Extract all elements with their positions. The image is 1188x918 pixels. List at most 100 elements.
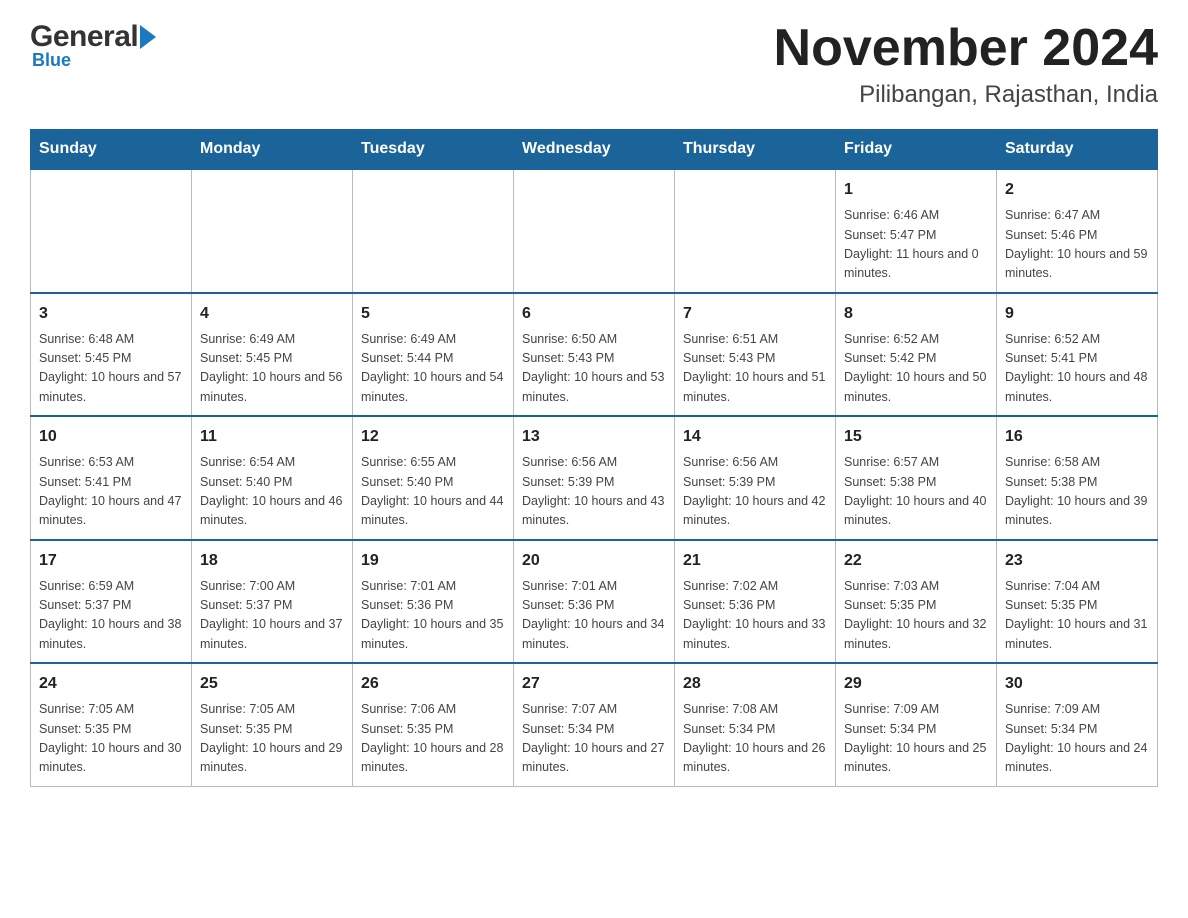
day-info: Sunrise: 6:50 AMSunset: 5:43 PMDaylight:… (522, 330, 666, 408)
day-number: 30 (1005, 672, 1149, 696)
day-number: 1 (844, 178, 988, 202)
weekday-header-tuesday: Tuesday (353, 130, 514, 170)
month-title: November 2024 (774, 20, 1158, 77)
calendar-cell: 23 Sunrise: 7:04 AMSunset: 5:35 PMDayligh… (997, 540, 1158, 664)
day-number: 9 (1005, 302, 1149, 326)
day-number: 3 (39, 302, 183, 326)
calendar-week-4: 17Sunrise: 6:59 AMSunset: 5:37 PMDayligh… (31, 540, 1158, 664)
day-number: 28 (683, 672, 827, 696)
weekday-header-thursday: Thursday (675, 130, 836, 170)
day-info: Sunrise: 6:52 AMSunset: 5:41 PMDaylight:… (1005, 330, 1149, 408)
day-info: Sunrise: 7:05 AMSunset: 5:35 PMDaylight:… (39, 700, 183, 778)
day-number: 13 (522, 425, 666, 449)
day-number: 15 (844, 425, 988, 449)
calendar-cell: 1 Sunrise: 6:46 AMSunset: 5:47 PMDaylight… (836, 169, 997, 293)
calendar-cell: 2 Sunrise: 6:47 AMSunset: 5:46 PMDaylight… (997, 169, 1158, 293)
day-info: Sunrise: 6:57 AMSunset: 5:38 PMDaylight:… (844, 453, 988, 531)
calendar-cell: 6 Sunrise: 6:50 AMSunset: 5:43 PMDaylight… (514, 293, 675, 417)
weekday-header-friday: Friday (836, 130, 997, 170)
day-number: 18 (200, 549, 344, 573)
day-info: Sunrise: 7:05 AMSunset: 5:35 PMDaylight:… (200, 700, 344, 778)
day-info: Sunrise: 7:02 AMSunset: 5:36 PMDaylight:… (683, 577, 827, 655)
day-info: Sunrise: 7:03 AMSunset: 5:35 PMDaylight:… (844, 577, 988, 655)
calendar-cell: 29 Sunrise: 7:09 AMSunset: 5:34 PMDayligh… (836, 663, 997, 786)
calendar-cell: 7 Sunrise: 6:51 AMSunset: 5:43 PMDaylight… (675, 293, 836, 417)
day-info: Sunrise: 6:48 AMSunset: 5:45 PMDaylight:… (39, 330, 183, 408)
calendar-cell: 10 Sunrise: 6:53 AMSunset: 5:41 PMDayligh… (31, 416, 192, 540)
day-info: Sunrise: 7:06 AMSunset: 5:35 PMDaylight:… (361, 700, 505, 778)
day-number: 27 (522, 672, 666, 696)
day-number: 23 (1005, 549, 1149, 573)
weekday-header-row: SundayMondayTuesdayWednesdayThursdayFrid… (31, 130, 1158, 170)
day-number: 14 (683, 425, 827, 449)
calendar-cell: 26 Sunrise: 7:06 AMSunset: 5:35 PMDayligh… (353, 663, 514, 786)
day-info: Sunrise: 6:54 AMSunset: 5:40 PMDaylight:… (200, 453, 344, 531)
day-info: Sunrise: 7:01 AMSunset: 5:36 PMDaylight:… (522, 577, 666, 655)
weekday-header-saturday: Saturday (997, 130, 1158, 170)
day-info: Sunrise: 6:49 AMSunset: 5:45 PMDaylight:… (200, 330, 344, 408)
day-number: 2 (1005, 178, 1149, 202)
calendar-cell: 21Sunrise: 7:02 AMSunset: 5:36 PMDayligh… (675, 540, 836, 664)
page-header: General Blue November 2024 Pilibangan, R… (30, 20, 1158, 109)
day-number: 29 (844, 672, 988, 696)
calendar-cell: 16 Sunrise: 6:58 AMSunset: 5:38 PMDayligh… (997, 416, 1158, 540)
calendar-cell (514, 169, 675, 293)
day-number: 7 (683, 302, 827, 326)
calendar-cell: 28Sunrise: 7:08 AMSunset: 5:34 PMDayligh… (675, 663, 836, 786)
day-info: Sunrise: 6:55 AMSunset: 5:40 PMDaylight:… (361, 453, 505, 531)
day-info: Sunrise: 6:49 AMSunset: 5:44 PMDaylight:… (361, 330, 505, 408)
calendar-table: SundayMondayTuesdayWednesdayThursdayFrid… (30, 129, 1158, 787)
calendar-cell: 15 Sunrise: 6:57 AMSunset: 5:38 PMDayligh… (836, 416, 997, 540)
calendar-cell: 18 Sunrise: 7:00 AMSunset: 5:37 PMDayligh… (192, 540, 353, 664)
day-number: 24 (39, 672, 183, 696)
title-block: November 2024 Pilibangan, Rajasthan, Ind… (774, 20, 1158, 109)
calendar-cell (353, 169, 514, 293)
calendar-week-1: 1 Sunrise: 6:46 AMSunset: 5:47 PMDaylight… (31, 169, 1158, 293)
day-info: Sunrise: 7:04 AMSunset: 5:35 PMDaylight:… (1005, 577, 1149, 655)
calendar-cell: 8 Sunrise: 6:52 AMSunset: 5:42 PMDaylight… (836, 293, 997, 417)
day-info: Sunrise: 6:51 AMSunset: 5:43 PMDaylight:… (683, 330, 827, 408)
day-info: Sunrise: 6:56 AMSunset: 5:39 PMDaylight:… (683, 453, 827, 531)
day-number: 11 (200, 425, 344, 449)
weekday-header-wednesday: Wednesday (514, 130, 675, 170)
day-info: Sunrise: 7:09 AMSunset: 5:34 PMDaylight:… (844, 700, 988, 778)
calendar-cell (192, 169, 353, 293)
day-info: Sunrise: 6:56 AMSunset: 5:39 PMDaylight:… (522, 453, 666, 531)
day-number: 12 (361, 425, 505, 449)
day-info: Sunrise: 6:46 AMSunset: 5:47 PMDaylight:… (844, 206, 988, 284)
day-number: 20 (522, 549, 666, 573)
day-info: Sunrise: 6:58 AMSunset: 5:38 PMDaylight:… (1005, 453, 1149, 531)
day-info: Sunrise: 7:00 AMSunset: 5:37 PMDaylight:… (200, 577, 344, 655)
calendar-cell: 25Sunrise: 7:05 AMSunset: 5:35 PMDayligh… (192, 663, 353, 786)
day-number: 16 (1005, 425, 1149, 449)
day-number: 8 (844, 302, 988, 326)
calendar-week-5: 24 Sunrise: 7:05 AMSunset: 5:35 PMDayligh… (31, 663, 1158, 786)
logo-arrow-icon (140, 25, 156, 49)
calendar-cell: 24 Sunrise: 7:05 AMSunset: 5:35 PMDayligh… (31, 663, 192, 786)
calendar-cell: 4 Sunrise: 6:49 AMSunset: 5:45 PMDaylight… (192, 293, 353, 417)
logo-blue-text: Blue (32, 50, 71, 71)
day-info: Sunrise: 7:07 AMSunset: 5:34 PMDaylight:… (522, 700, 666, 778)
day-info: Sunrise: 6:52 AMSunset: 5:42 PMDaylight:… (844, 330, 988, 408)
day-number: 4 (200, 302, 344, 326)
calendar-cell: 11 Sunrise: 6:54 AMSunset: 5:40 PMDayligh… (192, 416, 353, 540)
logo-general-text: General (30, 20, 138, 54)
day-number: 26 (361, 672, 505, 696)
calendar-cell: 20 Sunrise: 7:01 AMSunset: 5:36 PMDayligh… (514, 540, 675, 664)
day-number: 10 (39, 425, 183, 449)
day-info: Sunrise: 7:09 AMSunset: 5:34 PMDaylight:… (1005, 700, 1149, 778)
calendar-cell: 5Sunrise: 6:49 AMSunset: 5:44 PMDaylight… (353, 293, 514, 417)
weekday-header-sunday: Sunday (31, 130, 192, 170)
calendar-cell: 3 Sunrise: 6:48 AMSunset: 5:45 PMDaylight… (31, 293, 192, 417)
calendar-week-2: 3 Sunrise: 6:48 AMSunset: 5:45 PMDaylight… (31, 293, 1158, 417)
day-info: Sunrise: 6:47 AMSunset: 5:46 PMDaylight:… (1005, 206, 1149, 284)
location-title: Pilibangan, Rajasthan, India (774, 81, 1158, 109)
day-info: Sunrise: 7:01 AMSunset: 5:36 PMDaylight:… (361, 577, 505, 655)
day-number: 6 (522, 302, 666, 326)
calendar-cell: 22 Sunrise: 7:03 AMSunset: 5:35 PMDayligh… (836, 540, 997, 664)
day-info: Sunrise: 6:59 AMSunset: 5:37 PMDaylight:… (39, 577, 183, 655)
day-info: Sunrise: 6:53 AMSunset: 5:41 PMDaylight:… (39, 453, 183, 531)
calendar-cell: 14 Sunrise: 6:56 AMSunset: 5:39 PMDayligh… (675, 416, 836, 540)
day-number: 22 (844, 549, 988, 573)
calendar-cell (675, 169, 836, 293)
